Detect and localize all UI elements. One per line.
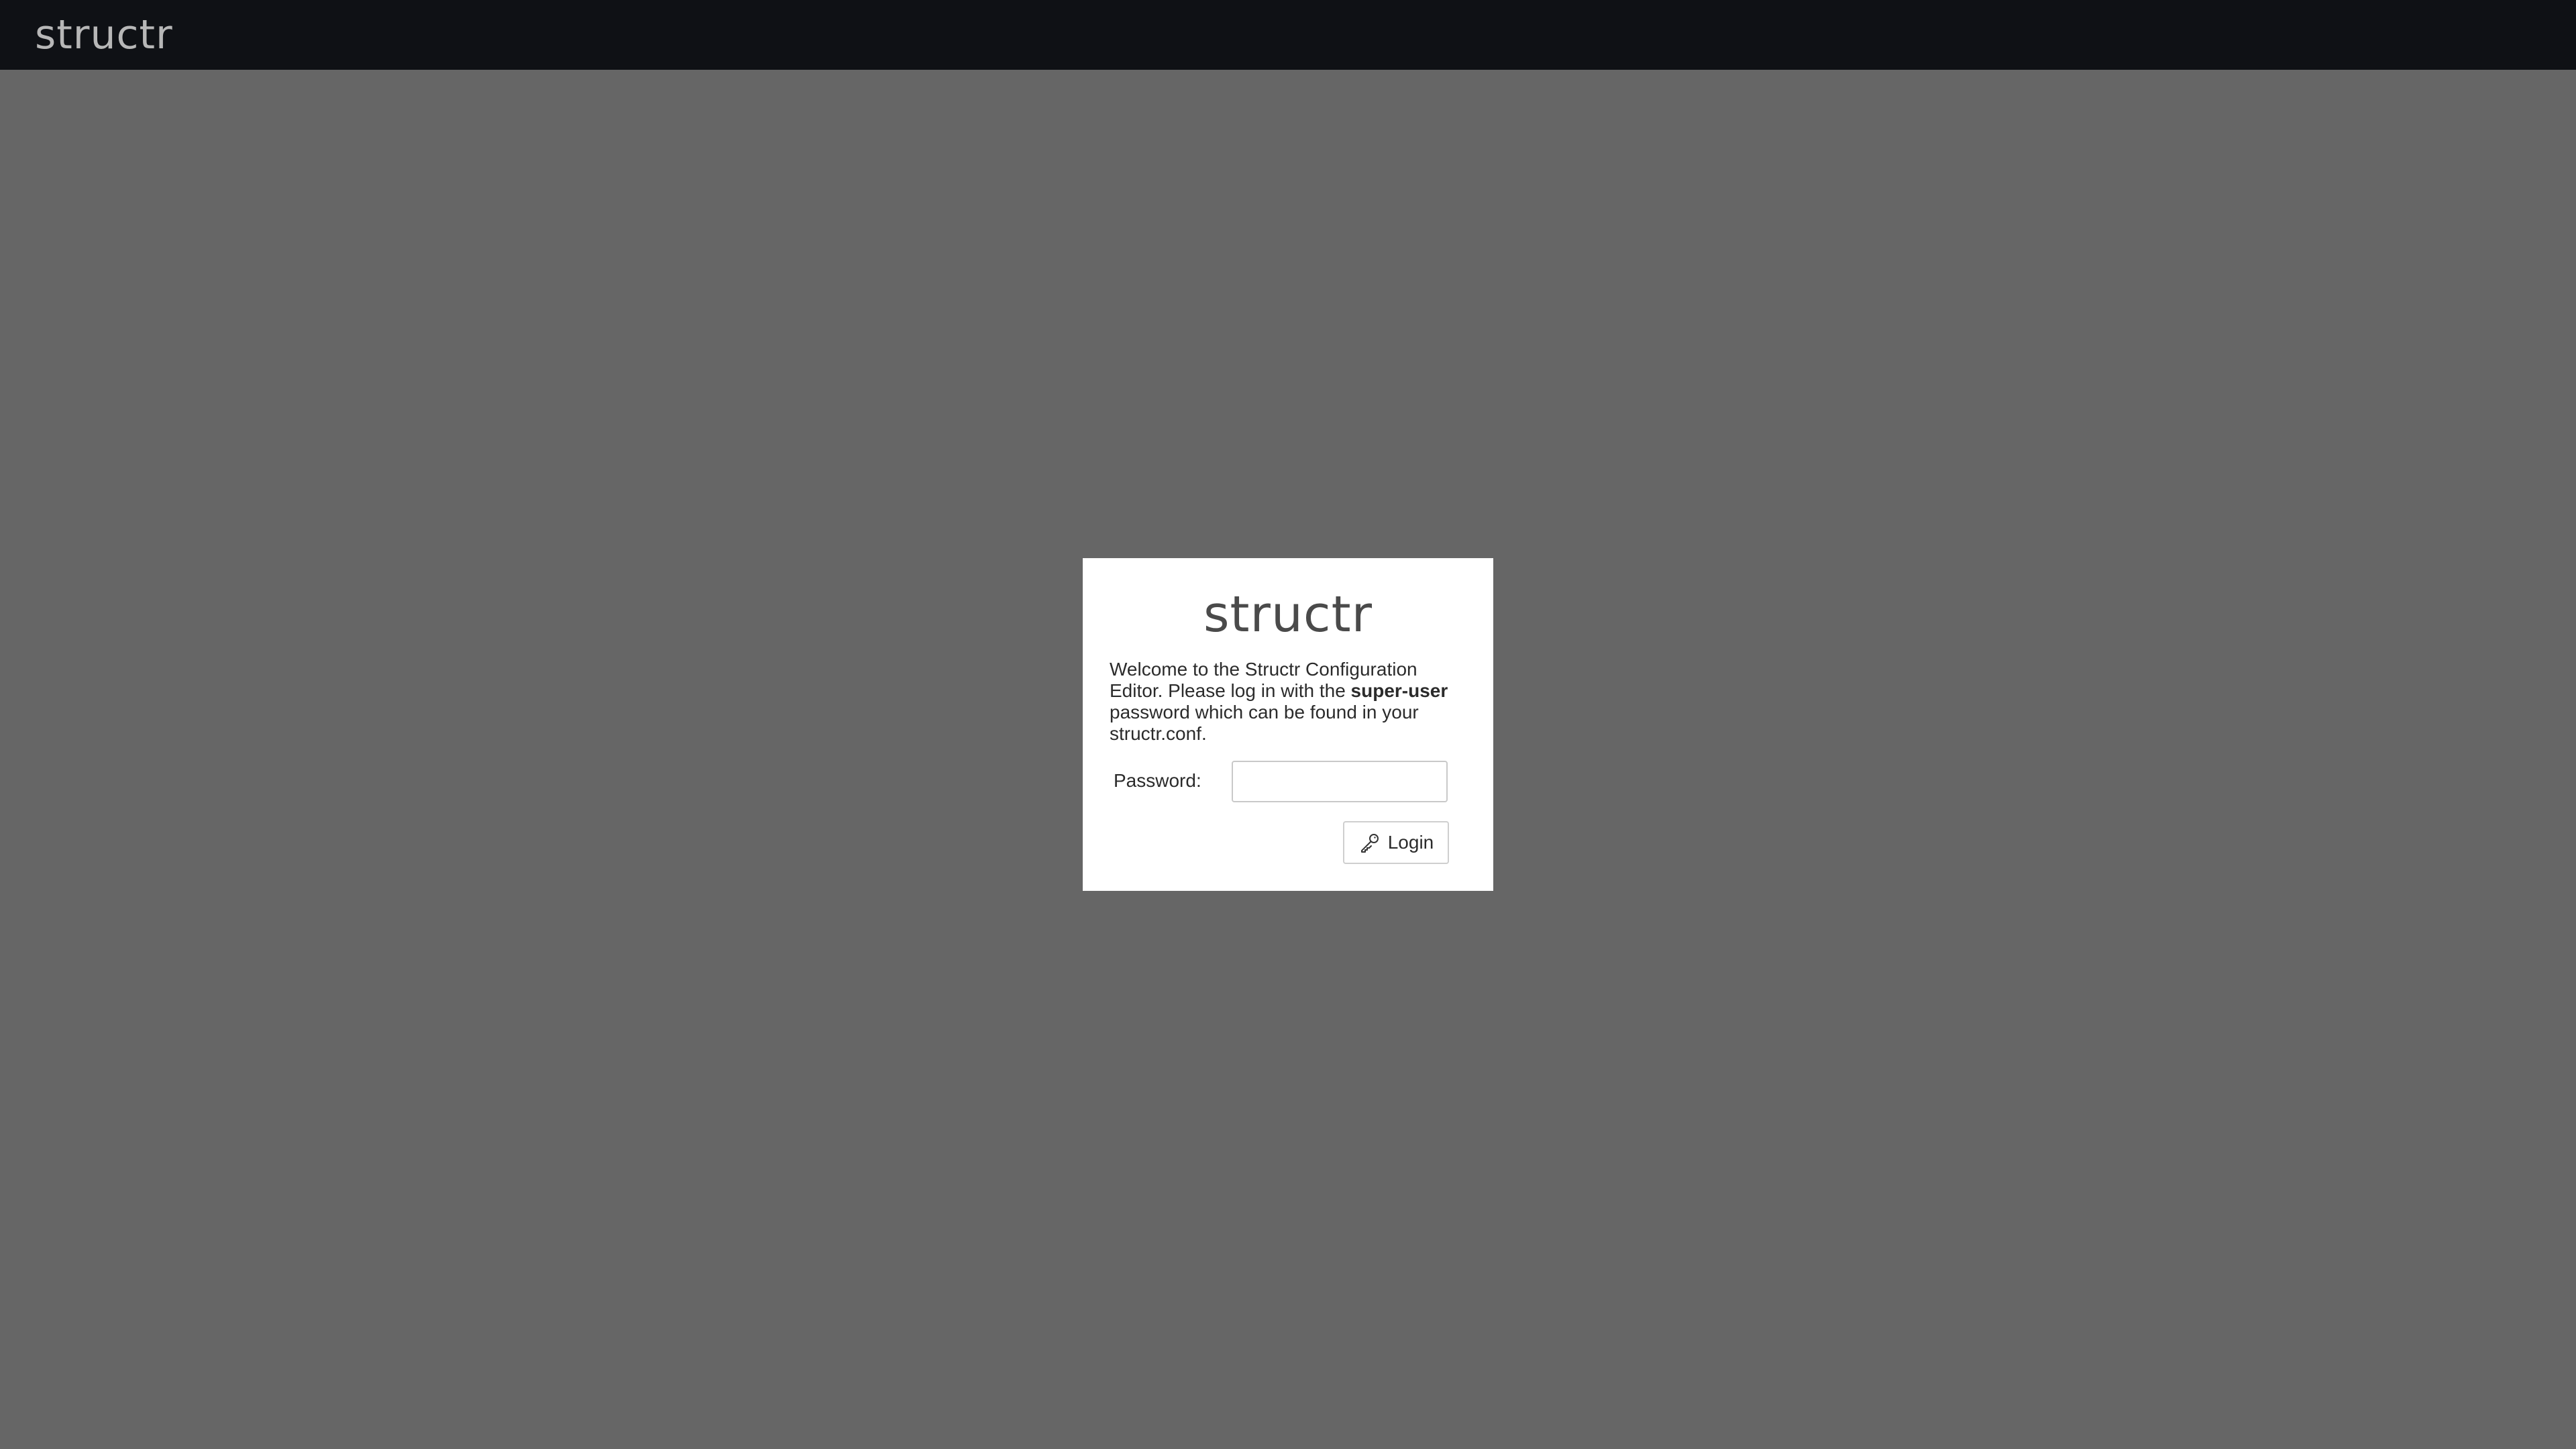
password-input[interactable] [1232,761,1448,802]
welcome-message: Welcome to the Structr Configuration Edi… [1110,659,1472,745]
welcome-text-end: password which can be found in your stru… [1110,702,1419,744]
login-button-label: Login [1387,832,1434,853]
top-navigation-bar: structr [0,0,2576,70]
dialog-logo: structr [1203,586,1373,643]
login-button[interactable]: Login [1343,821,1449,864]
welcome-text-bold: super-user [1350,680,1448,701]
login-dialog: structr Welcome to the Structr Configura… [1083,558,1493,891]
login-icon [1358,831,1381,854]
structr-logo[interactable]: structr [35,11,173,59]
password-label: Password: [1114,770,1201,791]
